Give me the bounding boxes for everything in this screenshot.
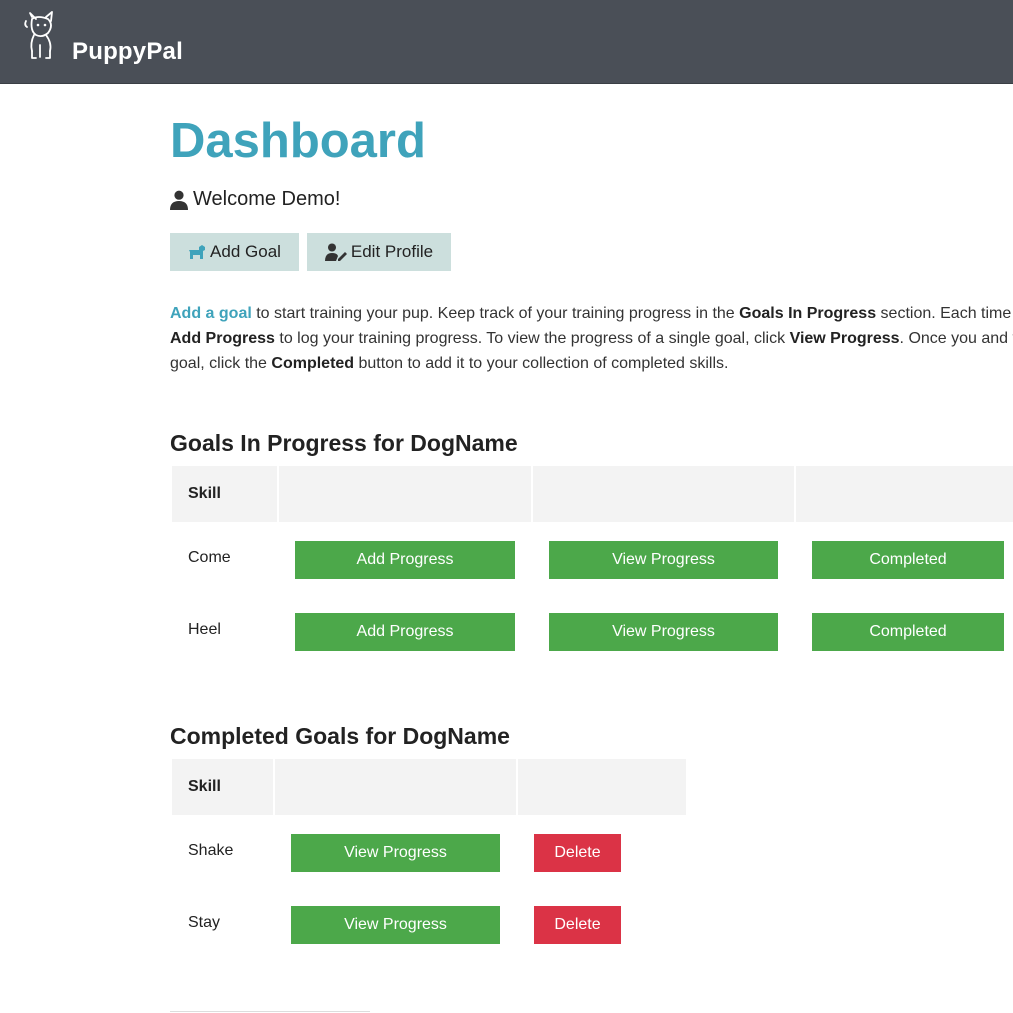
divider (170, 1011, 370, 1012)
intro-bold: Add Progress (170, 330, 275, 347)
edit-profile-button[interactable]: Edit Profile (307, 233, 451, 271)
skill-cell: Come (188, 549, 231, 566)
welcome-message: Welcome Demo! (170, 188, 340, 211)
edit-profile-label: Edit Profile (350, 242, 434, 261)
add-progress-button[interactable]: Add Progress (295, 541, 515, 579)
skill-cell: Shake (188, 842, 234, 859)
completed-goals-title: Completed Goals for DogName (170, 723, 510, 749)
skill-cell: Stay (188, 914, 221, 931)
intro-text: goal, click the (170, 355, 272, 372)
column-header (518, 759, 686, 815)
main-content: Dashboard Welcome Demo! Add Goal Edit Pr… (170, 83, 1013, 1013)
add-goal-link[interactable]: Add a goal (170, 305, 252, 322)
brand-name[interactable]: PuppyPal (72, 38, 183, 66)
intro-text: to log your training progress. To view t… (274, 330, 790, 347)
intro-text: . Once you and y (899, 330, 1013, 347)
delete-button[interactable]: Delete (534, 834, 621, 872)
intro-text: to start training your pup. Keep track o… (251, 305, 740, 322)
navbar: PuppyPal (0, 0, 1013, 84)
skill-column-header: Skill (172, 759, 273, 815)
intro-text: button to add it to your collection of c… (354, 355, 729, 372)
column-header (796, 466, 1013, 522)
add-goal-label: Add Goal (210, 242, 281, 261)
intro-text: section. Each time (876, 305, 1012, 322)
user-icon (170, 190, 188, 210)
add-goal-button[interactable]: Add Goal (170, 233, 299, 271)
completed-button[interactable]: Completed (812, 613, 1004, 651)
intro-bold: View Progress (789, 330, 900, 347)
user-edit-icon (324, 243, 347, 261)
view-progress-button[interactable]: View Progress (549, 613, 778, 651)
dog-logo-icon[interactable] (18, 11, 62, 61)
add-progress-button[interactable]: Add Progress (295, 613, 515, 651)
welcome-text: Welcome Demo! (193, 188, 341, 210)
dog-icon (189, 245, 206, 259)
intro-paragraph: Add a goal to start training your pup. K… (170, 301, 1013, 376)
delete-button[interactable]: Delete (534, 906, 621, 944)
skill-column-header: Skill (172, 466, 277, 522)
skill-cell: Heel (188, 621, 221, 638)
goals-in-progress-title: Goals In Progress for DogName (170, 430, 518, 456)
column-header (275, 759, 516, 815)
completed-button[interactable]: Completed (812, 541, 1004, 579)
view-progress-button[interactable]: View Progress (291, 906, 500, 944)
view-progress-button[interactable]: View Progress (291, 834, 500, 872)
page-title: Dashboard (170, 114, 426, 168)
intro-bold: Completed (271, 355, 355, 372)
view-progress-button[interactable]: View Progress (549, 541, 778, 579)
intro-bold: Goals In Progress (739, 305, 877, 322)
column-header (279, 466, 531, 522)
column-header (533, 466, 794, 522)
